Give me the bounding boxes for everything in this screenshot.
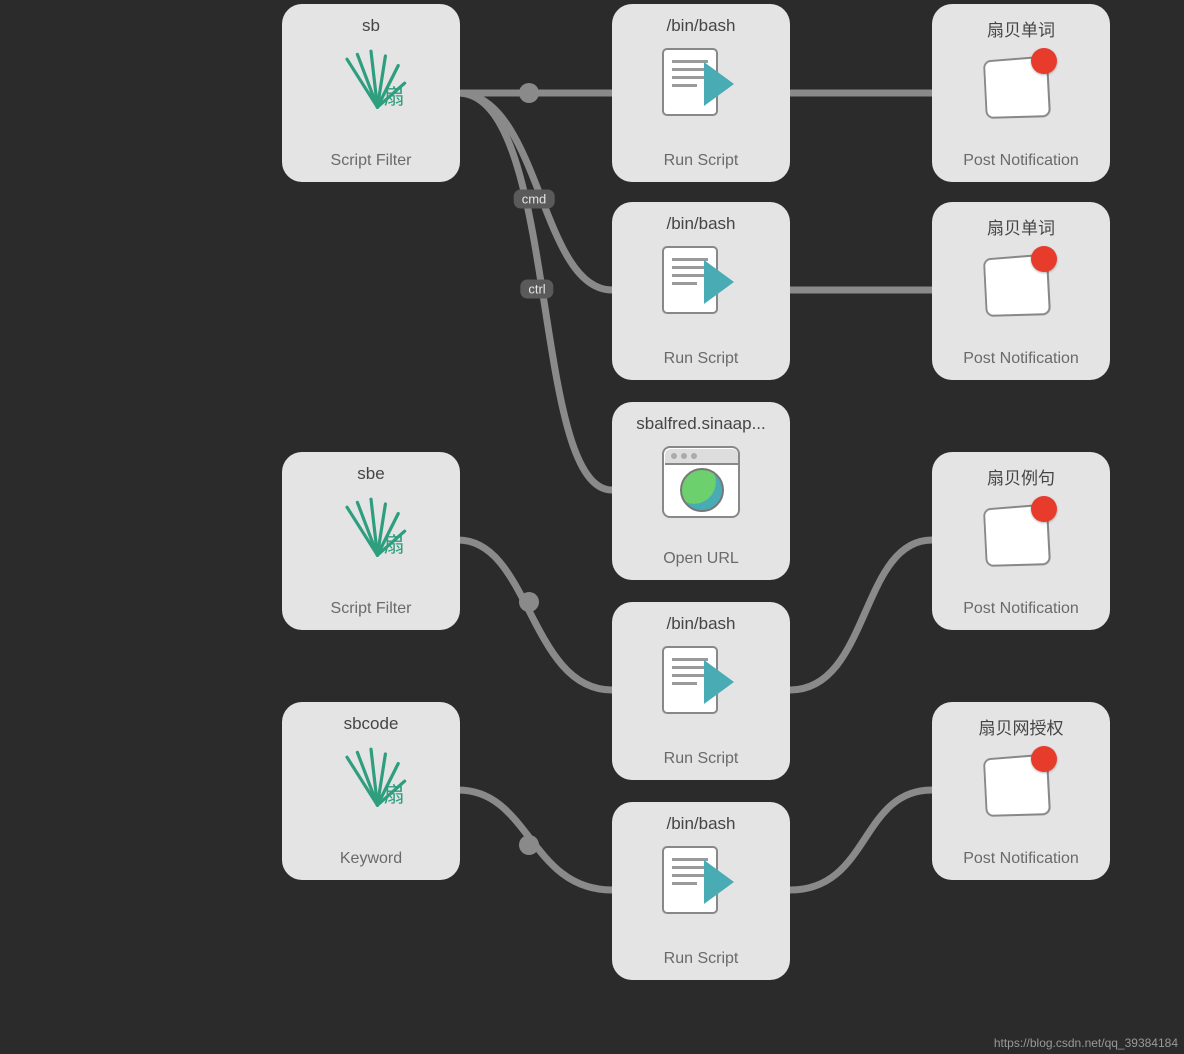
run-script-icon: [612, 646, 790, 736]
node-run-script-1[interactable]: /bin/bash Run Script: [612, 4, 790, 182]
node-keyword-sbcode[interactable]: sbcode 扇 Keyword: [282, 702, 460, 880]
node-type-label: Post Notification: [932, 850, 1110, 868]
node-post-notification-1[interactable]: 扇贝单词 Post Notification: [932, 4, 1110, 182]
node-title: /bin/bash: [612, 614, 790, 634]
shanbay-leaf-icon: 扇: [282, 496, 460, 568]
node-type-label: Script Filter: [282, 600, 460, 618]
node-type-label: Keyword: [282, 850, 460, 868]
modifier-pill-cmd[interactable]: cmd: [514, 190, 555, 209]
node-run-script-3[interactable]: /bin/bash Run Script: [612, 602, 790, 780]
post-notification-icon: [932, 746, 1110, 826]
node-type-label: Run Script: [612, 350, 790, 368]
connection-junction[interactable]: [519, 835, 539, 855]
node-script-filter-sb[interactable]: sb 扇 Script Filter: [282, 4, 460, 182]
svg-text:扇: 扇: [384, 86, 405, 109]
node-title: sb: [282, 16, 460, 36]
run-script-icon: [612, 48, 790, 138]
node-title: 扇贝例句: [932, 464, 1110, 489]
post-notification-icon: [932, 48, 1110, 128]
node-title: 扇贝网授权: [932, 714, 1110, 739]
node-title: /bin/bash: [612, 214, 790, 234]
node-post-notification-3[interactable]: 扇贝例句 Post Notification: [932, 452, 1110, 630]
shanbay-leaf-icon: 扇: [282, 48, 460, 120]
node-title: 扇贝单词: [932, 214, 1110, 239]
node-type-label: Post Notification: [932, 152, 1110, 170]
node-type-label: Run Script: [612, 750, 790, 768]
run-script-icon: [612, 246, 790, 336]
svg-text:扇: 扇: [384, 784, 405, 807]
open-url-icon: [612, 446, 790, 518]
node-type-label: Script Filter: [282, 152, 460, 170]
node-run-script-4[interactable]: /bin/bash Run Script: [612, 802, 790, 980]
node-type-label: Open URL: [612, 550, 790, 568]
node-title: 扇贝单词: [932, 16, 1110, 41]
shanbay-leaf-icon: 扇: [282, 746, 460, 818]
node-title: sbcode: [282, 714, 460, 734]
post-notification-icon: [932, 246, 1110, 326]
node-title: sbalfred.sinaap...: [612, 414, 790, 434]
node-type-label: Run Script: [612, 950, 790, 968]
node-type-label: Post Notification: [932, 350, 1110, 368]
run-script-icon: [612, 846, 790, 936]
node-open-url[interactable]: sbalfred.sinaap... Open URL: [612, 402, 790, 580]
watermark-text: https://blog.csdn.net/qq_39384184: [994, 1036, 1178, 1050]
node-type-label: Post Notification: [932, 600, 1110, 618]
node-title: sbe: [282, 464, 460, 484]
workflow-canvas[interactable]: cmd ctrl sb 扇 Script Filter sbe 扇 Script…: [0, 0, 1184, 1054]
post-notification-icon: [932, 496, 1110, 576]
node-title: /bin/bash: [612, 16, 790, 36]
node-script-filter-sbe[interactable]: sbe 扇 Script Filter: [282, 452, 460, 630]
node-type-label: Run Script: [612, 152, 790, 170]
node-post-notification-4[interactable]: 扇贝网授权 Post Notification: [932, 702, 1110, 880]
connection-junction[interactable]: [519, 83, 539, 103]
node-title: /bin/bash: [612, 814, 790, 834]
node-post-notification-2[interactable]: 扇贝单词 Post Notification: [932, 202, 1110, 380]
svg-text:扇: 扇: [384, 534, 405, 557]
modifier-pill-ctrl[interactable]: ctrl: [520, 280, 553, 299]
connection-junction[interactable]: [519, 592, 539, 612]
node-run-script-2[interactable]: /bin/bash Run Script: [612, 202, 790, 380]
